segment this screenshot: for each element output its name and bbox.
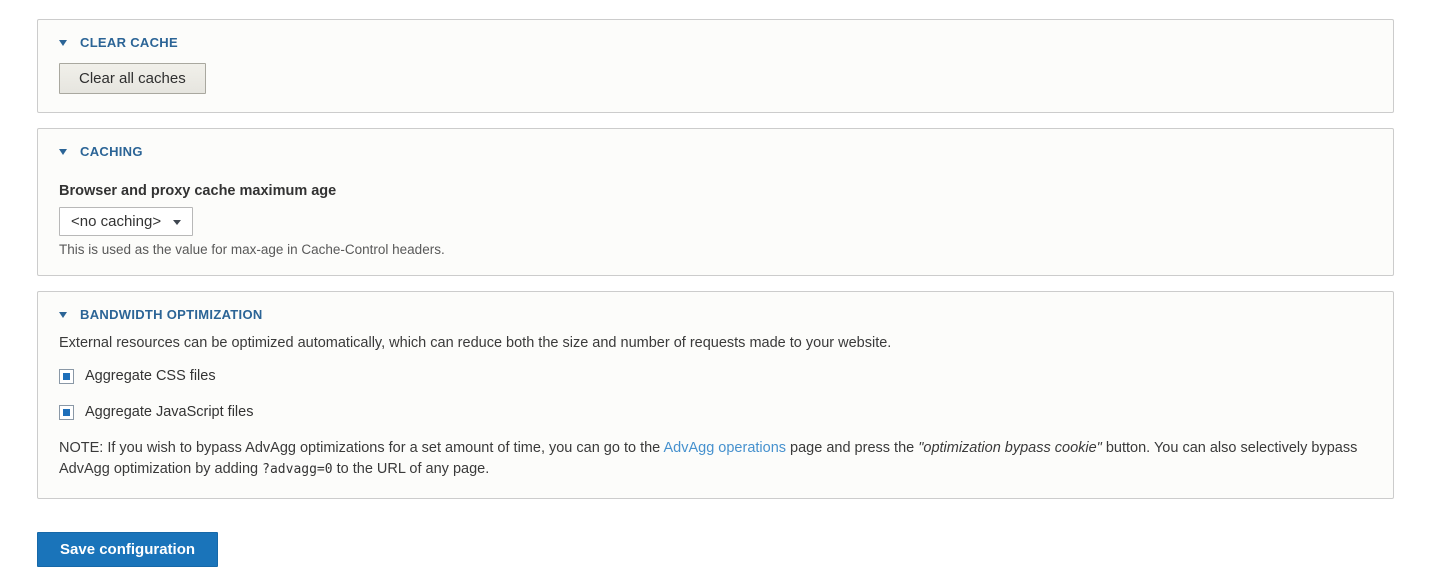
cache-max-age-description: This is used as the value for max-age in… — [59, 242, 1372, 257]
bandwidth-description: External resources can be optimized auto… — [59, 335, 1372, 351]
cache-max-age-label: Browser and proxy cache maximum age — [59, 183, 1372, 199]
bandwidth-optimization-legend[interactable]: BANDWIDTH OPTIMIZATION — [59, 307, 1372, 322]
note-code-snippet: ?advagg=0 — [262, 462, 332, 477]
clear-cache-section: CLEAR CACHE Clear all caches — [37, 19, 1394, 113]
chevron-down-icon — [173, 220, 181, 225]
clear-all-caches-button[interactable]: Clear all caches — [59, 63, 206, 94]
aggregate-css-label: Aggregate CSS files — [85, 368, 216, 384]
clear-cache-legend[interactable]: CLEAR CACHE — [59, 35, 1372, 50]
aggregate-js-checkbox[interactable] — [59, 405, 74, 420]
collapse-arrow-icon — [59, 149, 67, 155]
aggregate-css-checkbox[interactable] — [59, 369, 74, 384]
collapse-arrow-icon — [59, 312, 67, 318]
cache-max-age-selected-value: <no caching> — [71, 213, 161, 230]
cache-max-age-select[interactable]: <no caching> — [59, 207, 193, 236]
checkbox-checked-icon — [63, 409, 70, 416]
note-text: to the URL of any page. — [333, 461, 490, 477]
aggregate-js-label: Aggregate JavaScript files — [85, 404, 253, 420]
note-text: NOTE: If you wish to bypass AdvAgg optim… — [59, 440, 663, 456]
performance-settings-page: CLEAR CACHE Clear all caches CACHING Bro… — [0, 0, 1431, 567]
aggregate-css-row: Aggregate CSS files — [59, 365, 1372, 387]
note-text: page and press the — [786, 440, 918, 456]
advagg-note: NOTE: If you wish to bypass AdvAgg optim… — [59, 438, 1372, 480]
caching-legend-label: CACHING — [80, 144, 143, 159]
note-italic-quote: "optimization bypass cookie" — [918, 440, 1102, 456]
bandwidth-optimization-legend-label: BANDWIDTH OPTIMIZATION — [80, 307, 263, 322]
bandwidth-optimization-section: BANDWIDTH OPTIMIZATION External resource… — [37, 291, 1394, 499]
advagg-operations-link[interactable]: AdvAgg operations — [663, 440, 786, 456]
aggregate-js-row: Aggregate JavaScript files — [59, 401, 1372, 423]
clear-cache-legend-label: CLEAR CACHE — [80, 35, 178, 50]
caching-section: CACHING Browser and proxy cache maximum … — [37, 128, 1394, 276]
collapse-arrow-icon — [59, 40, 67, 46]
caching-legend[interactable]: CACHING — [59, 144, 1372, 159]
checkbox-checked-icon — [63, 373, 70, 380]
